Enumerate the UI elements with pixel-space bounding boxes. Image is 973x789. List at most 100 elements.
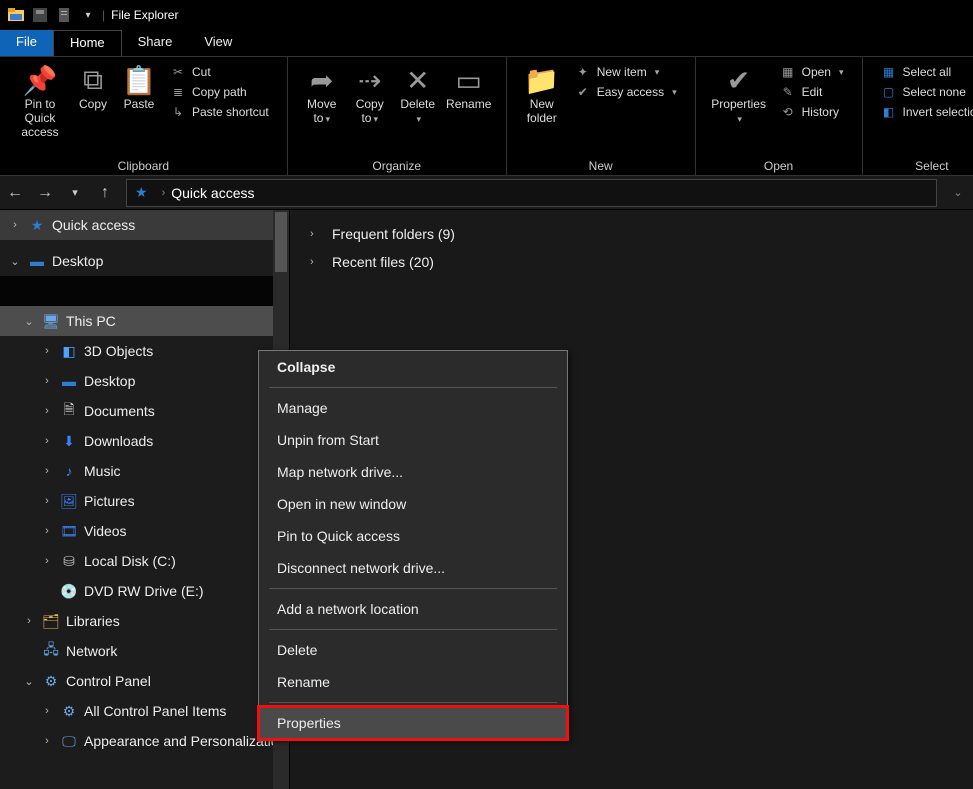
paste-button[interactable]: 📋 Paste: [116, 61, 162, 113]
address-bar[interactable]: ★ › Quick access: [126, 179, 937, 207]
pin-quick-access-button[interactable]: 📌 Pin to Quick access: [10, 61, 70, 141]
tree-control-panel[interactable]: ⌄⚙Control Panel: [0, 666, 289, 696]
nav-up-button[interactable]: ↑: [90, 178, 120, 208]
tree-redacted[interactable]: [0, 276, 289, 306]
nav-forward-button[interactable]: →: [30, 178, 60, 208]
ctx-new-window[interactable]: Open in new window: [259, 488, 567, 520]
tab-share[interactable]: Share: [122, 30, 189, 56]
nav-back-button[interactable]: ←: [0, 178, 30, 208]
chevron-right-icon[interactable]: ›: [40, 495, 54, 507]
chevron-down-icon[interactable]: ⌄: [22, 675, 36, 688]
tree-documents[interactable]: ›🗎Documents: [0, 396, 289, 426]
nav-sidebar: › ★ Quick access ⌄ ▬ Desktop ⌄ 🖥 This PC…: [0, 210, 290, 789]
tree-label: All Control Panel Items: [84, 703, 226, 719]
qat-props-icon[interactable]: [56, 7, 72, 23]
cut-button[interactable]: ✂Cut: [166, 63, 273, 81]
shortcut-icon: ↳: [170, 105, 186, 119]
rename-icon: ▭: [455, 63, 481, 97]
invert-icon: ◧: [881, 105, 897, 119]
chevron-right-icon[interactable]: ›: [40, 735, 54, 747]
select-all-label: Select all: [903, 65, 952, 79]
new-item-button[interactable]: ✦New item▾: [571, 63, 681, 81]
easy-access-button[interactable]: ✔Easy access▾: [571, 83, 681, 101]
ctx-delete[interactable]: Delete: [259, 634, 567, 666]
ctx-collapse[interactable]: Collapse: [259, 351, 567, 383]
tab-view[interactable]: View: [188, 30, 248, 56]
history-button[interactable]: ⟲History: [776, 103, 848, 121]
chevron-right-icon[interactable]: ›: [40, 375, 54, 387]
tree-appearance[interactable]: ›🖵Appearance and Personalization: [0, 726, 289, 756]
tab-file[interactable]: File: [0, 30, 53, 56]
tree-dvd-drive[interactable]: ›💿DVD RW Drive (E:): [0, 576, 289, 606]
address-dropdown[interactable]: ⌄: [943, 178, 973, 208]
tree-all-cp-items[interactable]: › ⚙ All Control Panel Items: [0, 696, 289, 726]
tree-this-pc[interactable]: ⌄ 🖥 This PC: [0, 306, 289, 336]
group-frequent-folders[interactable]: › Frequent folders (9): [290, 220, 973, 248]
group-recent-files[interactable]: › Recent files (20): [290, 248, 973, 276]
ctx-rename[interactable]: Rename: [259, 666, 567, 698]
control-panel-icon: ⚙: [60, 703, 78, 720]
desktop-icon: ▬: [28, 253, 46, 269]
tab-home[interactable]: Home: [53, 30, 122, 56]
scrollbar-thumb[interactable]: [275, 212, 287, 272]
tree-videos[interactable]: ›🎞Videos: [0, 516, 289, 546]
tree-3d-objects[interactable]: ›◧3D Objects: [0, 336, 289, 366]
ctx-pin-quick[interactable]: Pin to Quick access: [259, 520, 567, 552]
invert-selection-button[interactable]: ◧Invert selection: [877, 103, 973, 121]
tree-local-disk[interactable]: ›⛁Local Disk (C:): [0, 546, 289, 576]
chevron-right-icon[interactable]: ›: [310, 256, 322, 268]
chevron-right-icon[interactable]: ›: [40, 465, 54, 477]
select-none-button[interactable]: ▢Select none: [877, 83, 973, 101]
qat-dropdown-icon[interactable]: ▾: [80, 7, 96, 23]
copy-button[interactable]: ⧉ Copy: [70, 61, 116, 113]
ctx-disconnect-drive[interactable]: Disconnect network drive...: [259, 552, 567, 584]
monitor-icon: 🖵: [60, 733, 78, 750]
nav-recent-dropdown[interactable]: ▾: [60, 178, 90, 208]
tree-network[interactable]: ›🖧Network: [0, 636, 289, 666]
new-folder-button[interactable]: 📁 New folder: [517, 61, 567, 127]
qat-save-icon[interactable]: [32, 7, 48, 23]
ctx-add-location[interactable]: Add a network location: [259, 593, 567, 625]
tree-desktop-sub[interactable]: ›▬Desktop: [0, 366, 289, 396]
chevron-right-icon[interactable]: ›: [310, 228, 322, 240]
tree-music[interactable]: ›♪Music: [0, 456, 289, 486]
chevron-right-icon[interactable]: ›: [40, 555, 54, 567]
paste-shortcut-button[interactable]: ↳Paste shortcut: [166, 103, 273, 121]
tree-label: Desktop: [52, 253, 103, 269]
tree-libraries[interactable]: ›🗂Libraries: [0, 606, 289, 636]
select-all-button[interactable]: ▦Select all: [877, 63, 973, 81]
rename-button[interactable]: ▭ Rename: [442, 61, 496, 113]
delete-button[interactable]: ✕ Delete▾: [394, 61, 442, 128]
window-title: File Explorer: [111, 8, 178, 22]
copy-label: Copy: [79, 97, 107, 111]
properties-button[interactable]: ✔ Properties▾: [706, 61, 772, 128]
tree-desktop[interactable]: ⌄ ▬ Desktop: [0, 246, 289, 276]
chevron-right-icon[interactable]: ›: [40, 405, 54, 417]
tree-pictures[interactable]: ›🖼Pictures: [0, 486, 289, 516]
chevron-right-icon[interactable]: ›: [40, 345, 54, 357]
chevron-right-icon[interactable]: ›: [22, 615, 36, 627]
tree-downloads[interactable]: ›⬇Downloads: [0, 426, 289, 456]
new-item-label: New item: [597, 65, 647, 79]
ctx-separator: [269, 629, 557, 630]
tree-quick-access[interactable]: › ★ Quick access: [0, 210, 289, 240]
ctx-unpin[interactable]: Unpin from Start: [259, 424, 567, 456]
ctx-properties[interactable]: Properties: [259, 707, 567, 739]
chevron-right-icon[interactable]: ›: [40, 705, 54, 717]
chevron-down-icon[interactable]: ⌄: [22, 315, 36, 328]
ctx-manage[interactable]: Manage: [259, 392, 567, 424]
open-button[interactable]: ▦Open▾: [776, 63, 848, 81]
move-to-button[interactable]: ➦ Move to▾: [298, 61, 346, 128]
chevron-right-icon[interactable]: ›: [8, 219, 22, 231]
chevron-down-icon[interactable]: ⌄: [8, 255, 22, 268]
pc-icon: 🖥: [42, 313, 60, 330]
edit-button[interactable]: ✎Edit: [776, 83, 848, 101]
copy-path-button[interactable]: ≣Copy path: [166, 83, 273, 101]
copy-to-button[interactable]: ⇢ Copy to▾: [346, 61, 394, 128]
chevron-right-icon[interactable]: ›: [40, 525, 54, 537]
tree-label: This PC: [66, 313, 116, 329]
ctx-map-drive[interactable]: Map network drive...: [259, 456, 567, 488]
desktop-icon: ▬: [60, 373, 78, 389]
select-none-label: Select none: [903, 85, 966, 99]
chevron-right-icon[interactable]: ›: [40, 435, 54, 447]
